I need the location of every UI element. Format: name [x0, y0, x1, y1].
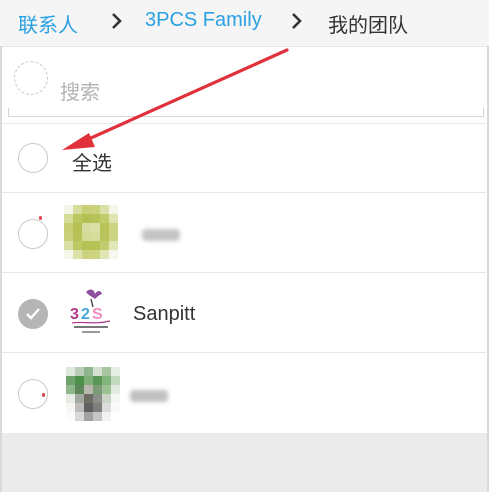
svg-text:S: S [92, 306, 103, 323]
select-all-row[interactable]: 全选 [2, 123, 486, 193]
brand-logo-icon: 3 2 S [70, 289, 111, 333]
search-underline [8, 116, 484, 117]
contact-row[interactable]: 3 2 S Sanpitt [2, 272, 486, 353]
select-all-checkbox[interactable] [18, 143, 48, 173]
avatar: 3 2 S [64, 285, 118, 339]
unread-dot [39, 216, 42, 220]
search-underline-tick [8, 108, 9, 117]
search-underline-tick [483, 108, 484, 117]
breadcrumb-current-page: 我的团队 [328, 15, 408, 37]
contact-name: Sanpitt [133, 303, 196, 325]
breadcrumb-contacts-link[interactable]: 联系人 [18, 9, 78, 38]
contact-checkbox-checked[interactable] [18, 299, 48, 329]
svg-text:2: 2 [81, 306, 90, 323]
avatar [66, 367, 120, 421]
contact-checkbox[interactable] [18, 219, 48, 249]
svg-text:3: 3 [70, 306, 79, 323]
search-input[interactable]: 搜索 [60, 76, 100, 105]
breadcrumb: 联系人 3PCS Family 我的团队 [0, 0, 489, 47]
empty-list-area [2, 433, 487, 492]
avatar [64, 205, 118, 259]
chevron-right-icon [112, 13, 122, 29]
search-bar[interactable]: 搜索 [2, 52, 486, 118]
contact-name [142, 229, 180, 241]
select-all-label: 全选 [72, 153, 112, 175]
chevron-right-icon [292, 13, 302, 29]
contact-row[interactable] [2, 192, 486, 273]
contact-row[interactable] [2, 352, 486, 434]
breadcrumb-family-link[interactable]: 3PCS Family [145, 9, 262, 32]
checkmark-icon [26, 308, 40, 320]
unread-dot [42, 393, 45, 397]
contact-name [130, 390, 168, 402]
selection-circle-icon [14, 61, 48, 95]
